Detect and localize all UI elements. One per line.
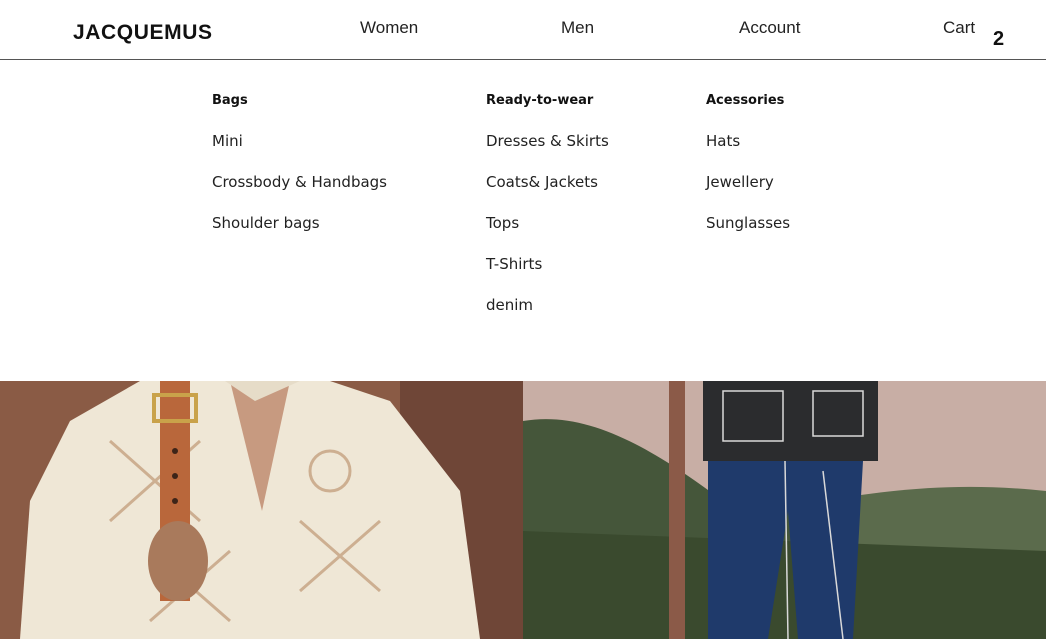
menu-column-ready-to-wear: Ready-to-wear Dresses & Skirts Coats& Ja… bbox=[486, 92, 609, 337]
menu-item-shoulder-bags[interactable]: Shoulder bags bbox=[212, 214, 387, 255]
menu-column-title: Ready-to-wear bbox=[486, 93, 594, 108]
linen-shirt-photo bbox=[0, 381, 523, 639]
nav-account-link[interactable]: Account bbox=[739, 18, 800, 38]
brand-logo[interactable]: JACQUEMUS bbox=[73, 21, 213, 45]
menu-item-crossbody-handbags[interactable]: Crossbody & Handbags bbox=[212, 173, 387, 214]
menu-column-title: Bags bbox=[212, 93, 248, 108]
hero-image-left[interactable] bbox=[0, 381, 523, 639]
menu-item-t-shirts[interactable]: T-Shirts bbox=[486, 255, 609, 296]
cart-count-badge: 2 bbox=[993, 28, 1005, 50]
menu-item-hats[interactable]: Hats bbox=[706, 132, 790, 173]
nav-women-link[interactable]: Women bbox=[360, 18, 418, 38]
site-header: JACQUEMUS Women Men Account Cart 2 bbox=[0, 0, 1046, 60]
menu-column-list: Dresses & Skirts Coats& Jackets Tops T-S… bbox=[486, 132, 609, 337]
menu-item-denim[interactable]: denim bbox=[486, 296, 609, 337]
menu-column-list: Hats Jewellery Sunglasses bbox=[706, 132, 790, 255]
menu-item-sunglasses[interactable]: Sunglasses bbox=[706, 214, 790, 255]
denim-outfit-photo bbox=[523, 381, 1046, 639]
menu-item-coats-jackets[interactable]: Coats& Jackets bbox=[486, 173, 609, 214]
hero-image-right[interactable] bbox=[523, 381, 1046, 639]
menu-column-title: Acessories bbox=[706, 93, 785, 108]
nav-cart-link[interactable]: Cart bbox=[943, 18, 975, 38]
menu-column-bags: Bags Mini Crossbody & Handbags Shoulder … bbox=[212, 92, 387, 255]
menu-item-mini[interactable]: Mini bbox=[212, 132, 387, 173]
menu-item-dresses-skirts[interactable]: Dresses & Skirts bbox=[486, 132, 609, 173]
menu-item-jewellery[interactable]: Jewellery bbox=[706, 173, 790, 214]
menu-item-tops[interactable]: Tops bbox=[486, 214, 609, 255]
menu-column-accessories: Acessories Hats Jewellery Sunglasses bbox=[706, 92, 790, 255]
nav-men-link[interactable]: Men bbox=[561, 18, 594, 38]
menu-column-list: Mini Crossbody & Handbags Shoulder bags bbox=[212, 132, 387, 255]
